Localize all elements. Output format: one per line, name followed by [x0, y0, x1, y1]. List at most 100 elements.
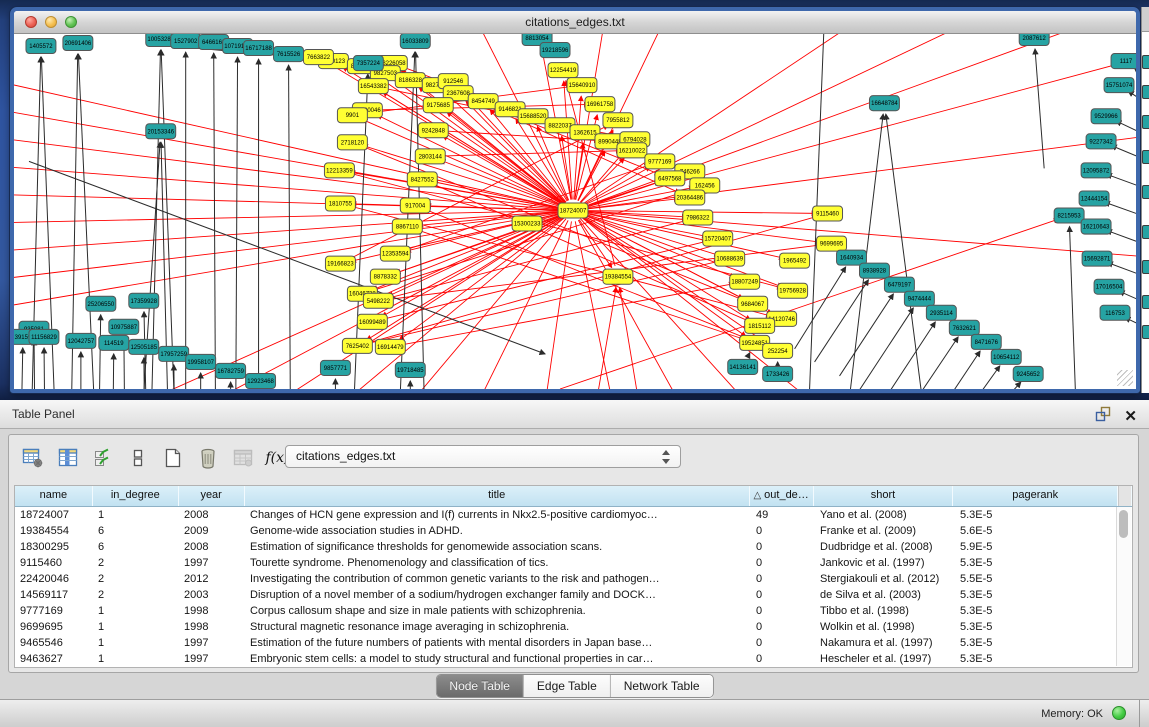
graph-node[interactable]: 116753	[1100, 305, 1130, 320]
graph-node[interactable]: 12213359	[324, 163, 354, 178]
graph-node[interactable]: 16099489	[357, 314, 387, 329]
minimize-window-button[interactable]	[45, 16, 57, 28]
graph-node[interactable]: 8454749	[468, 94, 498, 109]
graph-node[interactable]: 1527902	[171, 34, 201, 49]
graph-node[interactable]: 1733426	[763, 366, 793, 381]
graph-node[interactable]: 6479197	[884, 277, 914, 292]
delete-column-icon[interactable]	[194, 445, 221, 472]
graph-node[interactable]: 8867110	[392, 219, 422, 234]
column-header-out_de[interactable]: △out_de…	[750, 486, 814, 506]
graph-node[interactable]: 8938928	[859, 263, 889, 278]
graph-node[interactable]: 17016504	[1094, 279, 1124, 294]
zoom-window-button[interactable]	[65, 16, 77, 28]
column-header-in_degree[interactable]: in_degree	[93, 486, 179, 506]
graph-node[interactable]: 10975887	[109, 319, 139, 334]
tab-edge-table[interactable]: Edge Table	[524, 675, 611, 697]
close-window-button[interactable]	[25, 16, 37, 28]
column-header-title[interactable]: title	[245, 486, 750, 506]
graph-node[interactable]: 17359928	[129, 293, 159, 308]
graph-node[interactable]: 8186328	[395, 73, 425, 88]
graph-node[interactable]: 16717188	[244, 41, 274, 56]
graph-node[interactable]: 12923468	[246, 373, 276, 388]
graph-node[interactable]: 9777169	[645, 154, 675, 169]
graph-node[interactable]: 16648784	[869, 96, 899, 111]
graph-node[interactable]: 2935114	[926, 305, 956, 320]
graph-node[interactable]: 18807249	[730, 274, 760, 289]
graph-node[interactable]: 7663822	[303, 50, 333, 65]
graph-node[interactable]: 7615526	[274, 47, 304, 62]
graph-node[interactable]: 9901	[337, 108, 367, 123]
table-selector-dropdown[interactable]: citations_edges.txt	[285, 445, 681, 468]
graph-node[interactable]: 7955812	[603, 113, 633, 128]
graph-node[interactable]: 12095872	[1081, 163, 1111, 178]
column-header-short[interactable]: short	[814, 486, 954, 506]
graph-node[interactable]: 12353594	[380, 246, 410, 261]
graph-node[interactable]: 2087612	[1019, 34, 1049, 46]
graph-node[interactable]: 9529966	[1091, 109, 1121, 124]
new-column-icon[interactable]	[159, 445, 186, 472]
column-header-year[interactable]: year	[179, 486, 245, 506]
graph-node[interactable]: 9857771	[320, 360, 350, 375]
graph-node[interactable]: 20691406	[63, 36, 93, 51]
graph-node[interactable]: 11156829	[29, 329, 59, 344]
table-row[interactable]: 911546021997Tourette syndrome. Phenomeno…	[15, 555, 1132, 571]
graph-node[interactable]: 12254419	[548, 63, 578, 78]
graph-node[interactable]: 12042757	[66, 333, 96, 348]
graph-node[interactable]: 16782759	[216, 363, 246, 378]
table-row[interactable]: 946554611997Estimation of the future num…	[15, 635, 1132, 651]
graph-node[interactable]: 15640910	[567, 78, 597, 93]
graph-node[interactable]: 14136141	[728, 359, 758, 374]
graph-node[interactable]: 9474444	[904, 291, 934, 306]
graph-node[interactable]: 2803144	[415, 149, 445, 164]
table-row[interactable]: 2242004622012Investigating the contribut…	[15, 571, 1132, 587]
graph-node[interactable]: 17957259	[159, 346, 189, 361]
graph-node[interactable]: 114519	[99, 335, 129, 350]
graph-node[interactable]: 9175685	[423, 98, 453, 113]
graph-node[interactable]: 9227342	[1086, 134, 1116, 149]
graph-node[interactable]: 1117	[1111, 54, 1136, 69]
graph-node[interactable]: 6497568	[655, 171, 685, 186]
graph-node[interactable]: 7986322	[683, 210, 713, 225]
graph-node[interactable]: 19384554	[603, 269, 633, 284]
graph-node[interactable]: 15692871	[1082, 251, 1112, 266]
table-row[interactable]: 1830029562008Estimation of significance …	[15, 539, 1132, 555]
graph-node[interactable]: 7625402	[342, 338, 372, 353]
graph-node[interactable]: 9684067	[738, 296, 768, 311]
row-tools-icon[interactable]	[124, 445, 151, 472]
citation-network-canvas[interactable]: 1872400788601238912955182260589827503165…	[14, 34, 1136, 389]
window-resize-grip[interactable]	[1117, 370, 1133, 386]
graph-node[interactable]: 1810755	[325, 196, 355, 211]
column-checklist-icon[interactable]	[89, 445, 116, 472]
graph-node[interactable]: 19166823	[325, 256, 355, 271]
network-window-titlebar[interactable]: citations_edges.txt	[14, 11, 1136, 34]
close-panel-button[interactable]: ✕	[1124, 409, 1137, 425]
graph-node[interactable]: 16543382	[358, 79, 388, 94]
graph-node[interactable]: 12505185	[129, 339, 159, 354]
graph-node[interactable]: 20364486	[675, 190, 705, 205]
graph-node[interactable]: 19718485	[395, 362, 425, 377]
graph-node[interactable]: 18724007	[558, 203, 588, 218]
table-panel-header[interactable]: Table Panel ✕	[0, 400, 1149, 429]
graph-node[interactable]: 1815112	[745, 318, 775, 333]
table-row[interactable]: 946362711997Embryonic stem cells: a mode…	[15, 651, 1132, 667]
graph-node[interactable]: 7632621	[949, 320, 979, 335]
graph-node[interactable]: 15688520	[518, 109, 548, 124]
table-row[interactable]: 977716911998Corpus callosum shape and si…	[15, 603, 1132, 619]
graph-node[interactable]: 9242848	[418, 123, 448, 138]
tab-network-table[interactable]: Network Table	[611, 675, 713, 697]
table-row[interactable]: 969969511998Structural magnetic resonanc…	[15, 619, 1132, 635]
graph-node[interactable]: 19756928	[778, 283, 808, 298]
show-columns-icon[interactable]	[54, 445, 81, 472]
table-vertical-scrollbar[interactable]	[1116, 507, 1131, 666]
graph-node[interactable]: 16033809	[400, 34, 430, 49]
graph-node[interactable]: 1965492	[780, 253, 810, 268]
graph-node[interactable]: 1405572	[26, 39, 56, 54]
column-header-pagerank[interactable]: pagerank	[953, 486, 1118, 506]
graph-node[interactable]: 9245652	[1013, 366, 1043, 381]
graph-node[interactable]: 8878332	[370, 269, 400, 284]
tab-node-table[interactable]: Node Table	[436, 675, 524, 697]
graph-node[interactable]: 7357224	[353, 56, 383, 71]
graph-node[interactable]: 12444154	[1079, 191, 1109, 206]
graph-node[interactable]: 9115460	[813, 206, 843, 221]
table-mode-icon[interactable]	[19, 445, 46, 472]
